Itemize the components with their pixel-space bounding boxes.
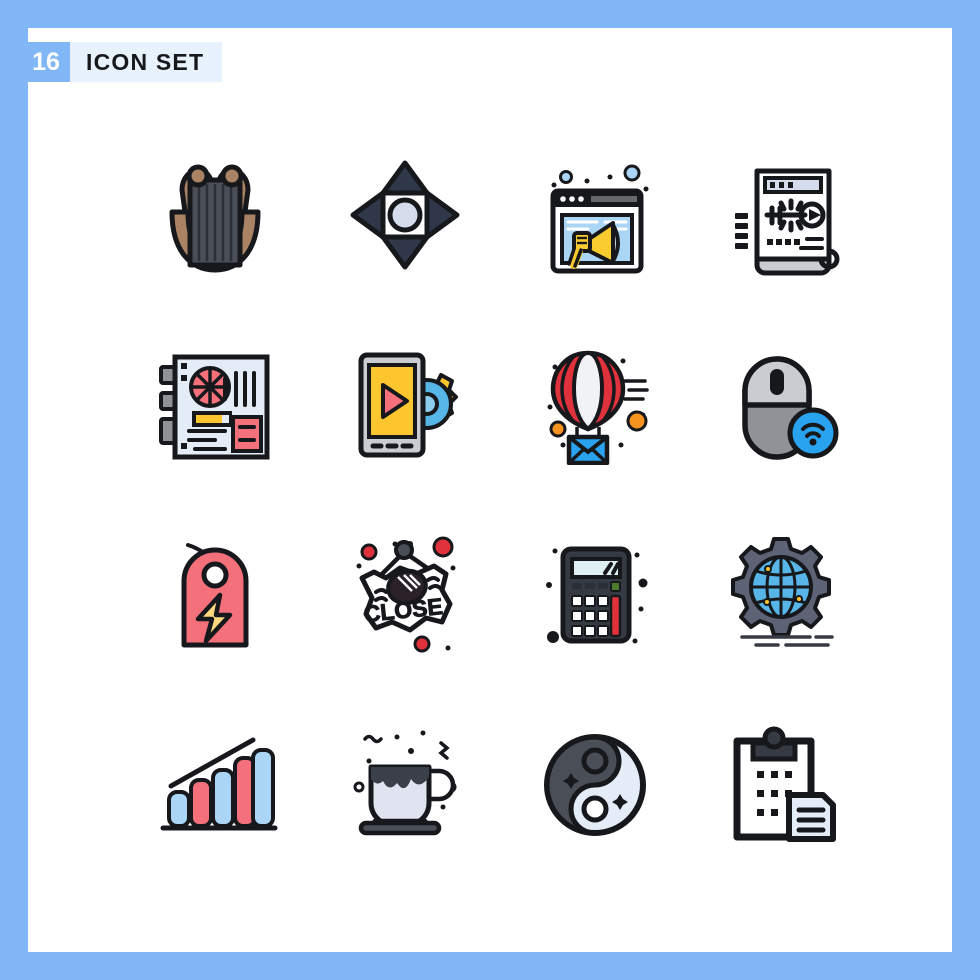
- page-title: ICON SET: [86, 48, 205, 75]
- flash-sale-tag-icon: [181, 542, 248, 647]
- icon-cell-lyre[interactable]: [120, 120, 310, 310]
- browser-megaphone-icon: [550, 164, 648, 273]
- yin-yang-icon: [543, 733, 646, 836]
- clipboard-document-icon: [733, 726, 836, 842]
- calculator-icon: [545, 546, 647, 643]
- mobile-video-settings-icon: [358, 352, 458, 458]
- icon-cell-move[interactable]: [310, 120, 500, 310]
- global-settings-gear-icon: [731, 536, 834, 647]
- close-sign-icon: CLOSE: [356, 536, 455, 653]
- icon-cell-coffee-cup[interactable]: [310, 690, 500, 880]
- icon-cell-calculator[interactable]: [500, 500, 690, 690]
- icon-cell-email-campaign[interactable]: [500, 310, 690, 500]
- move-directions-icon: [350, 160, 460, 270]
- icon-cell-global-settings[interactable]: [690, 500, 880, 690]
- icon-cell-video-settings[interactable]: [310, 310, 500, 500]
- title-container: ICON SET: [70, 42, 223, 82]
- hot-air-balloon-mail-icon: [547, 350, 649, 465]
- icon-cell-wireless-mouse[interactable]: [690, 310, 880, 500]
- icon-cell-motherboard[interactable]: [120, 310, 310, 500]
- lyre-harp-icon: [169, 164, 261, 273]
- icon-cell-clipboard-task[interactable]: [690, 690, 880, 880]
- icon-cell-close-sign[interactable]: CLOSE: [310, 500, 500, 690]
- icon-set-page: 16 ICON SET CLOSE: [0, 0, 980, 980]
- header: 16 ICON SET: [22, 42, 223, 82]
- icon-cell-growth-chart[interactable]: [120, 690, 310, 880]
- icon-cell-yin-yang[interactable]: [500, 690, 690, 880]
- icon-count-badge: 16: [22, 42, 70, 82]
- icon-cell-flash-sale-tag[interactable]: [120, 500, 310, 690]
- document-key-icon: [734, 168, 839, 275]
- icon-grid: CLOSE: [120, 120, 880, 880]
- icon-cell-key-document[interactable]: [690, 120, 880, 310]
- growth-bar-chart-icon: [160, 737, 277, 830]
- motherboard-icon: [158, 354, 269, 460]
- coffee-cup-icon: [353, 730, 456, 836]
- wireless-mouse-icon: [742, 356, 839, 460]
- icon-cell-online-advertising[interactable]: [500, 120, 690, 310]
